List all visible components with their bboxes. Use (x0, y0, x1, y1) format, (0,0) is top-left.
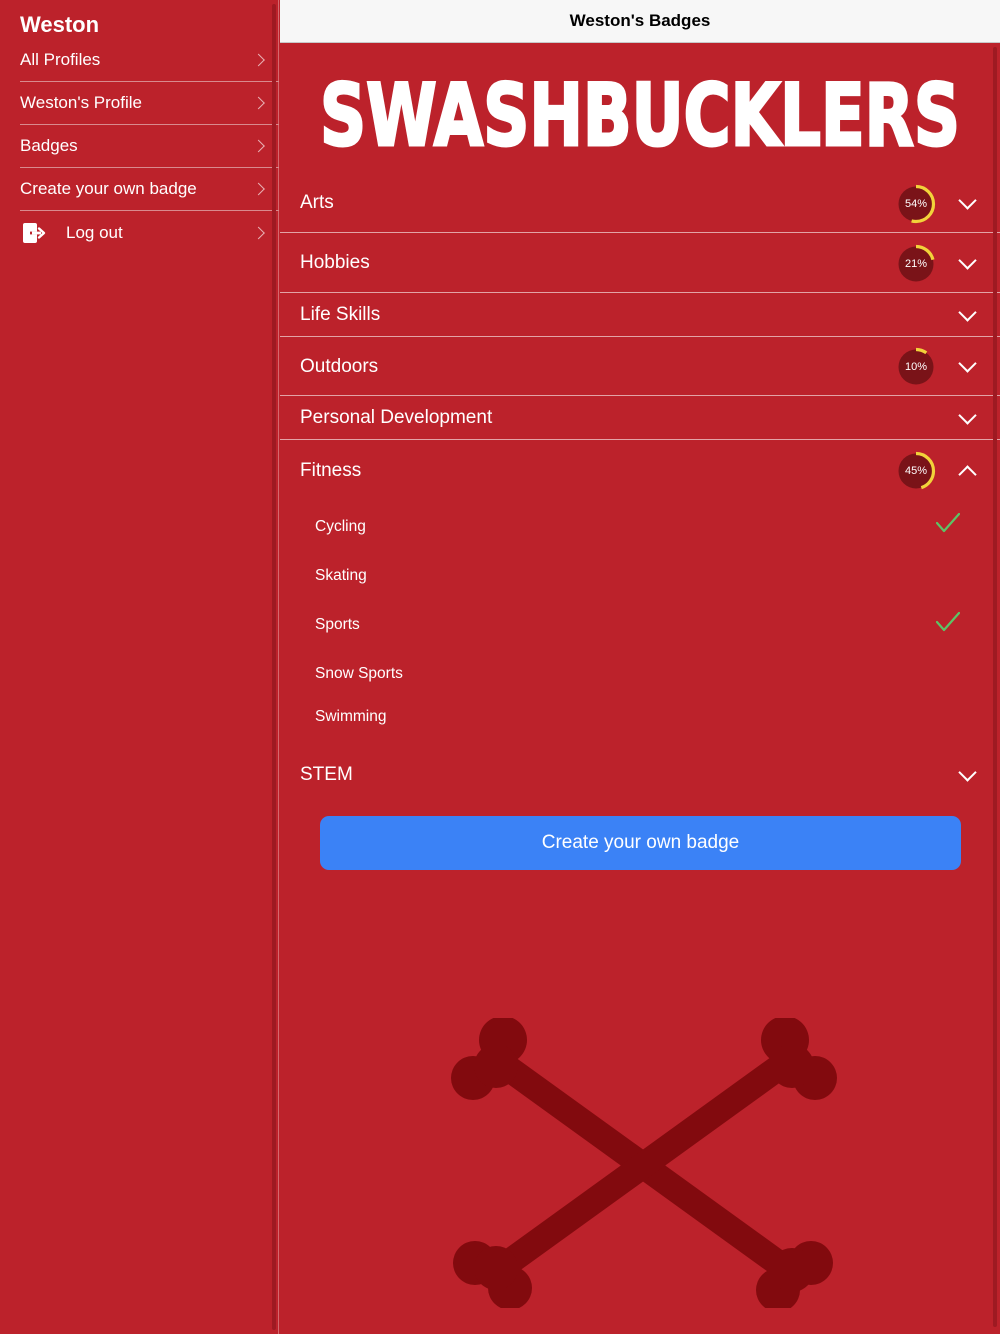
category-label: Personal Development (300, 407, 493, 428)
category-label: STEM (300, 764, 353, 785)
main-content: SWASHBUCKLERS Arts 54% Hobbies 21% Life … (280, 43, 1000, 1334)
sidebar-item-label: Weston's Profile (20, 93, 142, 112)
badge-item-sports[interactable]: Sports (315, 616, 360, 634)
sidebar: Weston All Profiles Weston's Profile Bad… (0, 0, 279, 1334)
badge-item-snow-sports[interactable]: Snow Sports (315, 665, 403, 683)
chevron-right-icon (252, 53, 265, 67)
sidebar-item-label: Log out (66, 222, 123, 242)
sidebar-title: Weston (20, 12, 100, 37)
chevron-down-icon[interactable] (958, 303, 977, 322)
progress-text: 21% (904, 258, 928, 270)
chevron-right-icon (252, 226, 265, 239)
category-life-skills[interactable]: Life Skills (280, 293, 1000, 337)
crossbones-icon (451, 1018, 837, 1308)
page-title: Weston's Badges (569, 11, 711, 30)
navigation-bar: Weston's Badges (280, 0, 1000, 43)
category-label: Hobbies (300, 252, 370, 273)
checkmark-icon (936, 611, 960, 632)
logout-icon (22, 222, 46, 244)
chevron-right-icon (252, 139, 265, 153)
sidebar-item-create-badge[interactable]: Create your own badge (20, 168, 279, 211)
svg-text:SWASHBUCKLERS: SWASHBUCKLERS (320, 66, 960, 161)
category-stem[interactable]: STEM (280, 753, 1000, 797)
chevron-down-icon[interactable] (958, 251, 977, 270)
sidebar-item-label: Badges (20, 136, 78, 155)
category-label: Outdoors (300, 356, 379, 377)
sidebar-item-label: Create your own badge (20, 179, 197, 198)
chevron-up-icon[interactable] (958, 465, 977, 484)
swashbucklers-logo: SWASHBUCKLERS (316, 65, 964, 168)
sidebar-item-all-profiles[interactable]: All Profiles (20, 39, 279, 82)
chevron-down-icon[interactable] (958, 191, 977, 210)
badge-item-swimming[interactable]: Swimming (315, 708, 386, 726)
progress-ring: 45% (896, 451, 936, 491)
sidebar-item-badges[interactable]: Badges (20, 125, 279, 168)
badge-item-skating[interactable]: Skating (315, 567, 367, 585)
category-label: Fitness (300, 460, 362, 481)
category-label: Arts (300, 192, 334, 213)
progress-text: 10% (904, 361, 928, 373)
progress-ring: 21% (896, 244, 936, 284)
sidebar-scrollbar[interactable] (272, 4, 276, 1330)
category-hobbies[interactable]: Hobbies 21% (280, 233, 1000, 293)
sidebar-item-label: All Profiles (20, 50, 101, 69)
category-arts[interactable]: Arts 54% (280, 173, 1000, 233)
badge-item-cycling[interactable]: Cycling (315, 518, 366, 536)
progress-text: 45% (904, 465, 928, 477)
sidebar-item-logout[interactable]: Log out (20, 211, 279, 254)
progress-ring: 54% (896, 184, 936, 224)
checkmark-icon (936, 512, 960, 533)
chevron-down-icon[interactable] (958, 763, 977, 782)
create-badge-button[interactable]: Create your own badge (320, 816, 961, 870)
sidebar-item-westons-profile[interactable]: Weston's Profile (20, 82, 279, 125)
chevron-down-icon[interactable] (958, 354, 977, 373)
chevron-down-icon[interactable] (958, 406, 977, 425)
main-scrollbar[interactable] (993, 47, 997, 1327)
category-fitness[interactable]: Fitness 45% Cycling Skating Sports Snow … (280, 440, 1000, 740)
category-personal-development[interactable]: Personal Development (280, 396, 1000, 440)
chevron-right-icon (252, 182, 265, 196)
progress-text: 54% (904, 198, 928, 210)
category-label: Life Skills (300, 304, 381, 325)
category-outdoors[interactable]: Outdoors 10% (280, 337, 1000, 396)
chevron-right-icon (252, 96, 265, 110)
progress-ring: 10% (896, 347, 936, 387)
